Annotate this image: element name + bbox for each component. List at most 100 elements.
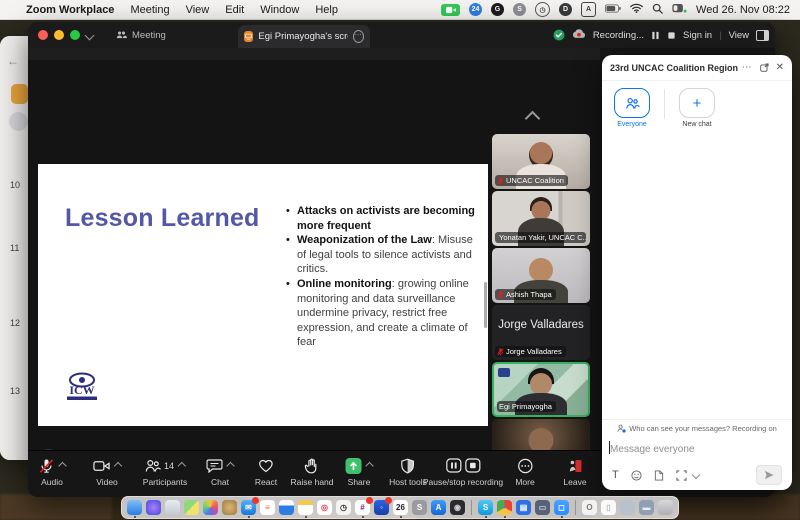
- view-layout-icon[interactable]: [756, 30, 769, 41]
- window-a-dock-icon[interactable]: [620, 500, 635, 515]
- participant-tile[interactable]: UNCAC Coalition: [492, 134, 590, 189]
- participant-tile-active-speaker[interactable]: Egi Primayogha: [492, 362, 590, 417]
- wifi-icon[interactable]: [630, 3, 643, 16]
- more-button[interactable]: More: [515, 457, 534, 487]
- menu-help[interactable]: Help: [315, 4, 338, 16]
- menu-edit[interactable]: Edit: [225, 4, 244, 16]
- tab-shared-screen[interactable]: Egi Primayogha's screen ⋯: [238, 25, 370, 48]
- format-text-icon[interactable]: T: [612, 469, 619, 481]
- notes-dock-icon[interactable]: [298, 500, 313, 515]
- participant-tile[interactable]: Yonatan Yakir, UNCAC C...: [492, 191, 590, 246]
- camera-active-status-icon[interactable]: [441, 4, 460, 16]
- spotlight-search-icon[interactable]: [652, 3, 663, 17]
- pause-recording-icon[interactable]: [651, 31, 660, 40]
- tab-meeting[interactable]: Meeting: [116, 22, 166, 48]
- window-chevron-icon[interactable]: [85, 31, 95, 41]
- chat-button[interactable]: Chat: [207, 457, 234, 487]
- attach-file-icon[interactable]: [654, 470, 664, 481]
- audio-options-chevron[interactable]: [58, 461, 66, 469]
- remote-desktop-dock-icon[interactable]: ▭: [535, 500, 550, 515]
- pause-stop-recording-button[interactable]: Pause/stop recording: [423, 457, 503, 487]
- menu-view[interactable]: View: [186, 4, 210, 16]
- minimize-window-button[interactable]: [54, 30, 64, 40]
- pause-recording-toolbar-icon[interactable]: [445, 458, 461, 473]
- keynote-dock-icon[interactable]: [279, 500, 294, 515]
- participants-button[interactable]: 14 Participants: [143, 457, 187, 487]
- menu-window[interactable]: Window: [260, 4, 299, 16]
- calendar-dock-icon[interactable]: 26: [393, 500, 408, 515]
- keyboard-layout-icon[interactable]: A: [581, 2, 596, 17]
- trash-dock-icon[interactable]: [658, 500, 673, 515]
- video-button[interactable]: Video: [93, 457, 121, 487]
- cloud-recording-icon: [572, 29, 586, 42]
- slide-scrollbar[interactable]: [484, 282, 487, 328]
- docs-dock-icon[interactable]: ▤: [516, 500, 531, 515]
- status-g-app-icon[interactable]: G: [491, 3, 504, 16]
- participants-options-chevron[interactable]: [178, 461, 186, 469]
- finder-dock-icon[interactable]: [127, 500, 142, 515]
- leave-button[interactable]: Leave: [563, 457, 586, 487]
- fullscreen-window-button[interactable]: [70, 30, 80, 40]
- document-dock-icon[interactable]: ▯: [601, 500, 616, 515]
- battery-icon[interactable]: [605, 4, 621, 16]
- emoji-icon[interactable]: [631, 470, 642, 481]
- send-message-button[interactable]: [756, 465, 782, 485]
- video-camera-icon: [93, 459, 110, 473]
- launchpad-dock-icon[interactable]: [165, 500, 180, 515]
- audio-button[interactable]: Audio: [39, 457, 66, 487]
- menubar-app-name[interactable]: Zoom Workplace: [26, 4, 114, 16]
- reminders-dock-icon[interactable]: ≡: [260, 500, 275, 515]
- close-chat-icon[interactable]: ✕: [776, 62, 784, 73]
- raise-hand-button[interactable]: Raise hand: [290, 457, 333, 487]
- window-b-dock-icon[interactable]: ▬: [639, 500, 654, 515]
- stop-recording-toolbar-icon[interactable]: [464, 458, 480, 473]
- screenshot-options-chevron[interactable]: [691, 471, 699, 479]
- menu-meeting[interactable]: Meeting: [130, 4, 169, 16]
- chat-footer: Who can see your messages? Recording on …: [602, 419, 792, 490]
- chat-more-options-icon[interactable]: ⋯: [742, 65, 753, 71]
- touch-id-dock-icon[interactable]: ◉: [450, 500, 465, 515]
- chat-options-chevron[interactable]: [226, 461, 234, 469]
- message-input[interactable]: [602, 436, 792, 462]
- participant-tile[interactable]: Ashish Thapa: [492, 248, 590, 303]
- maps-dock-icon[interactable]: [184, 500, 199, 515]
- skype-dock-icon[interactable]: S: [478, 500, 493, 515]
- fitness-dock-icon[interactable]: ◎: [317, 500, 332, 515]
- slack-dock-icon[interactable]: #: [355, 500, 370, 515]
- chat-tab-everyone[interactable]: Everyone: [614, 88, 650, 128]
- chat-tab-new-chat[interactable]: + New chat: [679, 88, 715, 128]
- siri-dock-icon[interactable]: [146, 500, 161, 515]
- app-store-dock-icon[interactable]: A: [431, 500, 446, 515]
- scroll-participants-up-button[interactable]: [526, 110, 538, 122]
- share-screen-button[interactable]: Share: [346, 457, 373, 487]
- menubar-clock[interactable]: Wed 26. Nov 08:22: [696, 4, 790, 16]
- mail-dock-icon[interactable]: ✉: [241, 500, 256, 515]
- close-window-button[interactable]: [38, 30, 48, 40]
- status-s-app-icon[interactable]: S: [513, 3, 526, 16]
- tab-options-icon[interactable]: ⋯: [353, 30, 364, 43]
- shortcuts-dock-icon[interactable]: S: [412, 500, 427, 515]
- encryption-shield-icon: [553, 29, 565, 41]
- share-options-chevron[interactable]: [365, 461, 373, 469]
- fast-user-switching-icon[interactable]: [672, 3, 687, 17]
- zoom-app-dock-icon[interactable]: ◻: [554, 500, 569, 515]
- o-ring-dock-icon[interactable]: O: [582, 500, 597, 515]
- sign-in-button[interactable]: Sign in: [683, 30, 712, 41]
- status-clock-icon[interactable]: ◷: [535, 2, 550, 17]
- wallet-dock-icon[interactable]: [222, 500, 237, 515]
- participant-tile[interactable]: Jorge Valladares Jorge Valladares: [492, 305, 590, 360]
- status-d-app-icon[interactable]: D: [559, 3, 572, 16]
- pop-out-icon[interactable]: [760, 63, 769, 72]
- view-button[interactable]: View: [729, 30, 749, 41]
- clock-dock-icon[interactable]: ◷: [336, 500, 351, 515]
- react-button[interactable]: React: [255, 457, 277, 487]
- chrome-dock-icon[interactable]: •: [497, 500, 512, 515]
- screenshot-icon[interactable]: [676, 470, 687, 481]
- status-blue-app-icon[interactable]: 24: [469, 3, 482, 16]
- video-options-chevron[interactable]: [114, 461, 122, 469]
- stop-recording-icon[interactable]: [667, 31, 676, 40]
- host-tools-button[interactable]: Host tools: [389, 457, 427, 487]
- dock-running-indicator: [400, 516, 402, 518]
- 1password-dock-icon[interactable]: ◦: [374, 500, 389, 515]
- photos-dock-icon[interactable]: [203, 500, 218, 515]
